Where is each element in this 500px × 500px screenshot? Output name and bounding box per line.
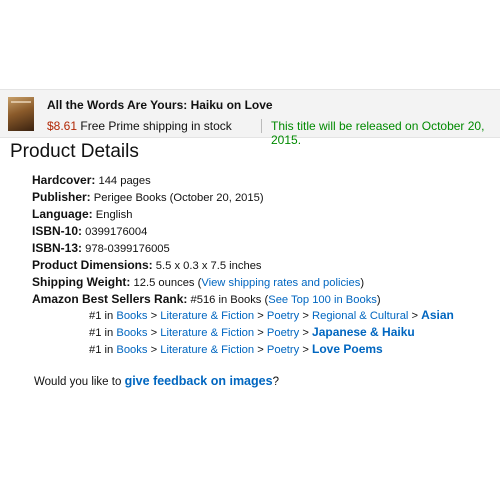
category-link-books[interactable]: Books <box>116 327 147 339</box>
category-link-books[interactable]: Books <box>116 310 147 322</box>
shipping-rates-link[interactable]: View shipping rates and policies <box>201 277 360 289</box>
price-line: $8.61 Free Prime shipping in stock <box>47 119 232 133</box>
feedback-link[interactable]: give feedback on images <box>125 374 273 388</box>
category-rank-row: #1 in Books > Literature & Fiction > Poe… <box>89 308 454 322</box>
detail-isbn13: ISBN-13: 978-0399176005 <box>32 241 170 255</box>
book-title[interactable]: All the Words Are Yours: Haiku on Love <box>47 98 273 112</box>
product-summary-bar: All the Words Are Yours: Haiku on Love $… <box>0 89 500 147</box>
page-title: Product Details <box>10 141 139 162</box>
category-link-love-poems[interactable]: Love Poems <box>312 342 383 356</box>
image-feedback-prompt: Would you like to give feedback on image… <box>34 374 279 388</box>
category-link-poetry[interactable]: Poetry <box>267 327 299 339</box>
category-link-japanese-haiku[interactable]: Japanese & Haiku <box>312 325 415 339</box>
detail-shipping-weight: Shipping Weight: 12.5 ounces (View shipp… <box>32 275 365 289</box>
detail-best-sellers-rank: Amazon Best Sellers Rank: #516 in Books … <box>32 292 381 306</box>
product-details-list: Hardcover: 144 pages Publisher: Perigee … <box>32 172 381 308</box>
detail-language: Language: English <box>32 207 133 221</box>
category-link-literature-fiction[interactable]: Literature & Fiction <box>160 327 254 339</box>
divider <box>261 119 262 133</box>
category-rank-row: #1 in Books > Literature & Fiction > Poe… <box>89 325 415 339</box>
category-link-literature-fiction[interactable]: Literature & Fiction <box>160 344 254 356</box>
category-link-books[interactable]: Books <box>116 344 147 356</box>
release-notice: This title will be released on October 2… <box>271 119 485 147</box>
price: $8.61 <box>47 119 78 133</box>
category-link-poetry[interactable]: Poetry <box>267 344 299 356</box>
detail-publisher: Publisher: Perigee Books (October 20, 20… <box>32 190 264 204</box>
detail-hardcover: Hardcover: 144 pages <box>32 173 151 187</box>
category-rank-row: #1 in Books > Literature & Fiction > Poe… <box>89 342 383 356</box>
category-link-asian[interactable]: Asian <box>421 308 454 322</box>
detail-dimensions: Product Dimensions: 5.5 x 0.3 x 7.5 inch… <box>32 258 262 272</box>
shipping-info: Free Prime shipping in stock <box>80 119 232 133</box>
detail-isbn10: ISBN-10: 0399176004 <box>32 224 148 238</box>
category-link-literature-fiction[interactable]: Literature & Fiction <box>160 310 254 322</box>
book-cover-thumbnail[interactable] <box>8 97 34 131</box>
top-100-link[interactable]: See Top 100 in Books <box>268 294 377 306</box>
category-link-regional-cultural[interactable]: Regional & Cultural <box>312 310 408 322</box>
category-link-poetry[interactable]: Poetry <box>267 310 299 322</box>
